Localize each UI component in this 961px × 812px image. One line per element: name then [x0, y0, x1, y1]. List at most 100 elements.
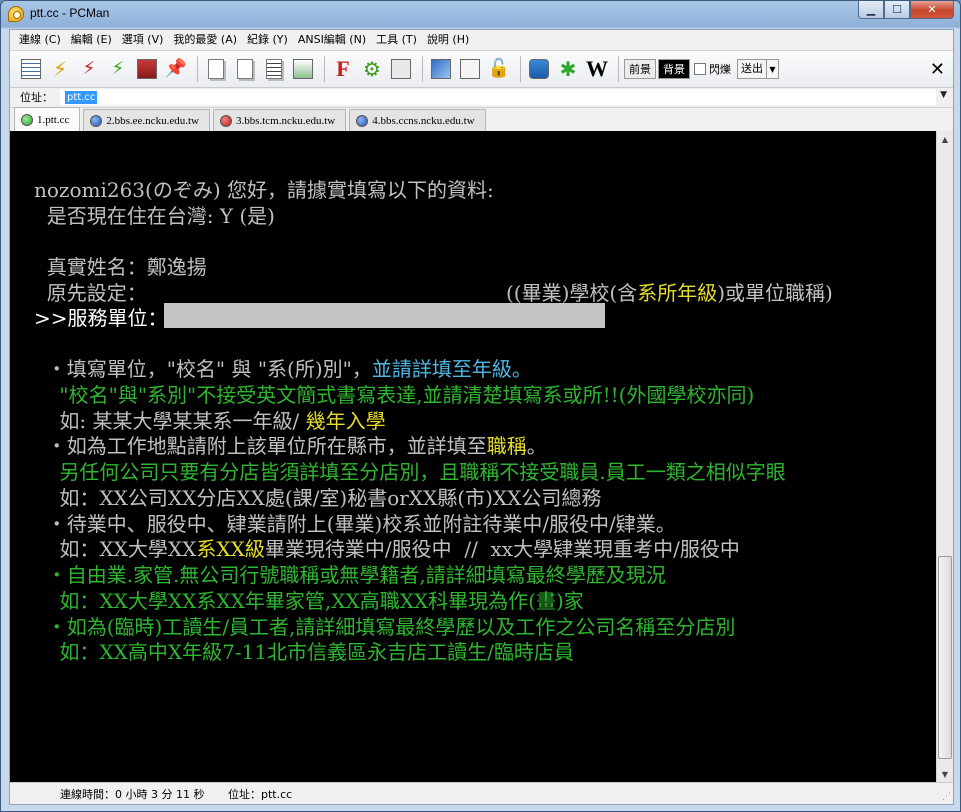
quick-connect-button[interactable]: ⚡: [47, 56, 73, 82]
menu-edit[interactable]: 編輯 (E): [66, 31, 117, 49]
connection-status-icon: [219, 114, 232, 127]
instruction-line: 另任何公司只要有分店皆須詳填至分店別，且職稱不接受職員.員工一類之相似字眼: [34, 460, 786, 484]
foreground-color-button[interactable]: 前景: [624, 59, 656, 79]
instruction-text: 畢業現待業中/服役中 // xx大學肄業現重考中/服役中: [264, 537, 740, 561]
window-controls: ▁ ☐ ✕: [858, 1, 954, 19]
fullscreen-button[interactable]: [388, 56, 414, 82]
reconnect-button[interactable]: ⚡: [105, 56, 131, 82]
close-icon: ✕: [927, 3, 937, 16]
tab-bar: 1.ptt.cc 2.bbs.ee.ncku.edu.tw 3.bbs.tcm.…: [10, 107, 953, 131]
blink-label: 閃爍: [709, 63, 731, 76]
pcman-logo-icon: [8, 6, 24, 22]
window-title: ptt.cc - PCMan: [30, 6, 110, 20]
ansi-editor-icon: [431, 59, 451, 79]
menu-log[interactable]: 紀錄 (Y): [242, 31, 293, 49]
disconnect-icon: ⚡: [82, 58, 96, 79]
wikipedia-icon: W: [586, 56, 608, 81]
address-input[interactable]: ptt.cc: [60, 89, 936, 105]
custom-action-button[interactable]: [457, 56, 483, 82]
instruction-text: 如：XX大學XX: [34, 537, 197, 561]
instruction-text: ・如為工作地點請附上該單位所在縣市，並詳填至: [34, 434, 487, 458]
maximize-button[interactable]: ☐: [884, 1, 910, 19]
terminal-scrollbar[interactable]: ▲ ▼: [936, 131, 953, 782]
copy-button[interactable]: [203, 56, 229, 82]
tab-ptt[interactable]: 1.ptt.cc: [14, 107, 81, 131]
input-prompt: >>服務單位：: [34, 306, 168, 330]
instruction-line: ・如為工作地點請附上該單位所在縣市，並詳填至職稱。: [34, 433, 547, 459]
add-favorite-button[interactable]: 📌: [163, 56, 189, 82]
disconnect-button[interactable]: ⚡: [76, 56, 102, 82]
close-connection-icon: [137, 59, 157, 79]
terminal-screen[interactable]: nozomi263(のぞみ) 您好，請據實填寫以下的資料: 是否現在住在台灣: …: [10, 131, 938, 782]
client-area: 連線 (C) 編輯 (E) 選項 (V) 我的最愛 (A) 紀錄 (Y) ANS…: [9, 29, 954, 805]
original-setting-line: 原先設定：: [34, 281, 147, 305]
instruction-text: 如: 某某大學某某系一年級/: [34, 409, 306, 433]
instruction-line: "校名"與"系別"不接受英文簡式書寫表達,並請清楚填寫系或所!!(外國學校亦同): [34, 383, 755, 407]
tab-bbs-ee[interactable]: 2.bbs.ee.ncku.edu.tw: [83, 109, 210, 131]
minimize-button[interactable]: ▁: [858, 1, 884, 19]
instruction-highlight: 幾年入學: [305, 409, 386, 433]
address-dropdown-icon[interactable]: ▼: [940, 90, 947, 100]
add-favorite-icon: 📌: [164, 58, 188, 79]
field-hint-highlight: 系所年級: [637, 281, 718, 305]
toolbar-separator: [197, 56, 198, 82]
lock-button[interactable]: 🔓: [486, 56, 512, 82]
scroll-up-icon[interactable]: ▲: [937, 131, 953, 147]
plugin-button[interactable]: ✱: [555, 56, 581, 82]
address-value: ptt.cc: [65, 91, 98, 104]
copy-with-color-button[interactable]: [261, 56, 287, 82]
toolbar: ⚡ ⚡ ⚡ 📌 F ⚙ 🔓 ✱ W 前景 背景 閃爍 送出 ▼ ✕: [10, 50, 953, 88]
menu-connection[interactable]: 連線 (C): [14, 31, 66, 49]
menu-favorites[interactable]: 我的最愛 (A): [168, 31, 242, 49]
service-unit-input[interactable]: [164, 303, 605, 328]
instruction-line: 如: 某某大學某某系一年級/ 幾年入學: [34, 408, 386, 434]
maximize-icon: ☐: [892, 3, 902, 16]
scrollbar-thumb[interactable]: [938, 556, 952, 759]
tab-label: 3.bbs.tcm.ncku.edu.tw: [235, 114, 336, 127]
close-connection-button[interactable]: [134, 56, 160, 82]
menu-tools[interactable]: 工具 (T): [371, 31, 422, 49]
tab-bbs-ccns[interactable]: 4.bbs.ccns.ncku.edu.tw: [349, 109, 486, 131]
settings-button[interactable]: ⚙: [359, 56, 385, 82]
instruction-highlight: 並請詳填至年級。: [371, 357, 532, 381]
toolbar-close-button[interactable]: ✕: [930, 59, 945, 80]
real-name-line: 真實姓名：鄭逸揚: [34, 255, 207, 279]
paste-button[interactable]: [232, 56, 258, 82]
browser-button[interactable]: [526, 56, 552, 82]
connection-status-icon: [21, 113, 33, 126]
tab-label: 4.bbs.ccns.ncku.edu.tw: [372, 114, 475, 127]
screenshot-icon: [293, 59, 313, 79]
quick-connect-icon: ⚡: [52, 57, 68, 81]
send-button[interactable]: 送出: [737, 59, 767, 79]
close-window-button[interactable]: ✕: [910, 1, 954, 19]
toolbar-separator: [520, 56, 521, 82]
address-bar: 位址： ptt.cc ▼: [10, 88, 953, 106]
lock-icon: 🔓: [487, 58, 511, 79]
menu-help[interactable]: 說明 (H): [422, 31, 474, 49]
tab-bbs-tcm[interactable]: 3.bbs.tcm.ncku.edu.tw: [212, 109, 347, 131]
field-hint-part: )或單位職稱): [717, 281, 833, 305]
background-color-button[interactable]: 背景: [658, 59, 690, 79]
ansi-editor-button[interactable]: [428, 56, 454, 82]
site-list-icon: [21, 59, 41, 79]
instruction-text: ・填寫單位，"校名" 與 "系(所)別"，: [34, 357, 372, 381]
menu-options[interactable]: 選項 (V): [117, 31, 169, 49]
wikipedia-button[interactable]: W: [584, 56, 610, 82]
status-bar: 連線時間：0 小時 3 分 11 秒 位址：ptt.cc ⋰: [10, 782, 953, 804]
blink-checkbox[interactable]: [694, 63, 706, 75]
greeting-line: nozomi263(のぞみ) 您好，請據實填寫以下的資料:: [34, 178, 494, 202]
residence-line: 是否現在住在台灣: Y (是): [34, 204, 275, 228]
send-dropdown-button[interactable]: ▼: [767, 59, 779, 79]
instruction-line: ・填寫單位，"校名" 與 "系(所)別"，並請詳填至年級。: [34, 356, 532, 382]
resize-grip-icon[interactable]: ⋰: [942, 792, 951, 802]
screenshot-button[interactable]: [290, 56, 316, 82]
site-list-button[interactable]: [18, 56, 44, 82]
scroll-down-icon[interactable]: ▼: [937, 766, 953, 782]
menu-bar: 連線 (C) 編輯 (E) 選項 (V) 我的最愛 (A) 紀錄 (Y) ANS…: [10, 30, 953, 50]
instruction-highlight: 職稱: [486, 434, 527, 458]
menu-ansi-edit[interactable]: ANSI編輯 (N): [293, 31, 371, 49]
font-button[interactable]: F: [330, 56, 356, 82]
chevron-down-icon: ▼: [769, 64, 776, 74]
title-bar[interactable]: ptt.cc - PCMan ▁ ☐ ✕: [1, 1, 960, 27]
instruction-line: ・如為(臨時)工讀生/員工者,請詳細填寫最終學歷以及工作之公司名稱至分店別: [34, 615, 736, 639]
